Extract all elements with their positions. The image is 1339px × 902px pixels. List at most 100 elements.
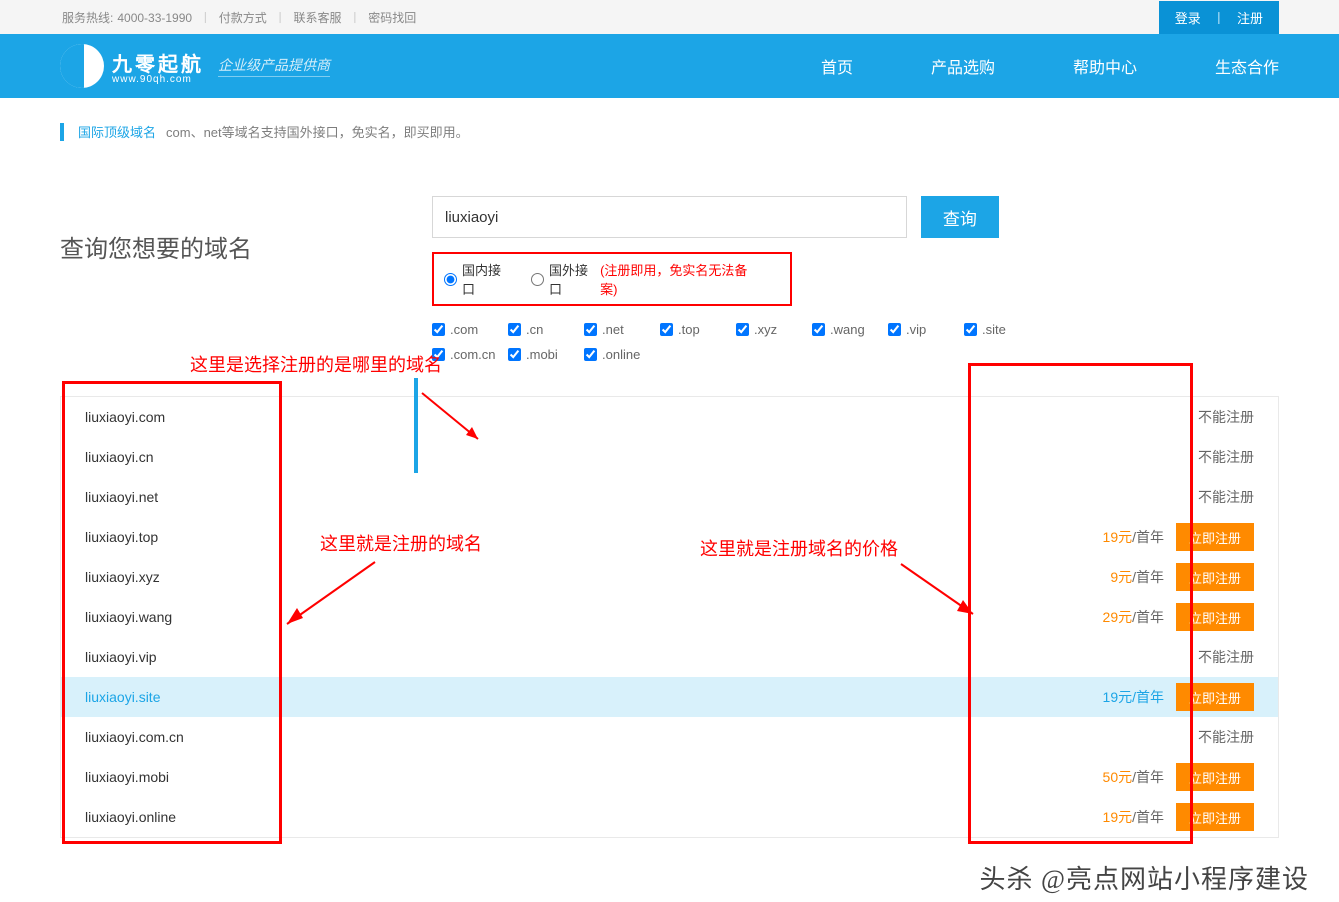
result-row: liuxiaoyi.com.cn 不能注册: [61, 717, 1278, 757]
tld-checkbox-comcn[interactable]: .com.cn: [432, 347, 508, 362]
result-price: 9元/首年: [1110, 567, 1164, 587]
result-row: liuxiaoyi.online 19元/首年立即注册: [61, 797, 1278, 837]
tld-checkbox-input[interactable]: [660, 323, 673, 336]
tld-checkbox-com[interactable]: .com: [432, 322, 508, 337]
result-domain: liuxiaoyi.cn: [85, 449, 153, 465]
result-domain: liuxiaoyi.top: [85, 529, 158, 545]
search-heading: 查询您想要的域名: [60, 229, 252, 264]
result-price: 19元/首年: [1103, 687, 1164, 707]
result-row: liuxiaoyi.xyz 9元/首年立即注册: [61, 557, 1278, 597]
logo-slogan: 企业级产品提供商: [218, 55, 330, 77]
logo-subtitle: www.90qh.com: [112, 74, 204, 85]
result-domain: liuxiaoyi.wang: [85, 609, 172, 625]
notice-bar-icon: [60, 123, 64, 141]
tld-checkbox-input[interactable]: [508, 348, 521, 361]
result-row: liuxiaoyi.site 19元/首年立即注册: [61, 677, 1278, 717]
vertical-accent-bar: [414, 378, 418, 473]
radio-domestic[interactable]: 国内接口: [444, 260, 513, 298]
result-unavailable-label: 不能注册: [1198, 407, 1254, 427]
tld-checkbox-input[interactable]: [508, 323, 521, 336]
interface-selector: 国内接口 国外接口(注册即用，免实名无法备案): [432, 252, 792, 306]
tld-checkbox-input[interactable]: [812, 323, 825, 336]
tld-checkbox-vip[interactable]: .vip: [888, 322, 964, 337]
nav-home[interactable]: 首页: [821, 54, 853, 78]
notice-desc: com、net等域名支持国外接口，免实名，即买即用。: [166, 122, 469, 141]
result-domain: liuxiaoyi.vip: [85, 649, 157, 665]
hotline-number: 4000-33-1990: [117, 11, 192, 25]
tld-checkbox-xyz[interactable]: .xyz: [736, 322, 812, 337]
domain-search-input[interactable]: [432, 196, 907, 238]
logo[interactable]: 九零起航 www.90qh.com 企业级产品提供商: [60, 44, 330, 88]
register-button[interactable]: 立即注册: [1176, 523, 1254, 551]
tld-checkbox-site[interactable]: .site: [964, 322, 1040, 337]
notice-line: 国际顶级域名 com、net等域名支持国外接口，免实名，即买即用。: [60, 122, 1279, 141]
tld-checkbox-top[interactable]: .top: [660, 322, 736, 337]
tld-checkbox-input[interactable]: [888, 323, 901, 336]
notice-title: 国际顶级域名: [78, 122, 156, 141]
register-button[interactable]: 立即注册: [1176, 603, 1254, 631]
result-domain: liuxiaoyi.online: [85, 809, 176, 825]
tld-checkbox-input[interactable]: [736, 323, 749, 336]
main-navbar: 九零起航 www.90qh.com 企业级产品提供商 首页 产品选购 帮助中心 …: [0, 34, 1339, 98]
result-row: liuxiaoyi.top 19元/首年立即注册: [61, 517, 1278, 557]
find-password-link[interactable]: 密码找回: [368, 11, 416, 25]
tld-checkbox-cn[interactable]: .cn: [508, 322, 584, 337]
result-domain: liuxiaoyi.net: [85, 489, 158, 505]
result-domain: liuxiaoyi.com.cn: [85, 729, 184, 745]
watermark-text: 头杀 @亮点网站小程序建设: [980, 859, 1309, 896]
result-row: liuxiaoyi.vip 不能注册: [61, 637, 1278, 677]
tld-checkbox-input[interactable]: [584, 348, 597, 361]
auth-box: 登录 丨 注册: [1159, 1, 1279, 34]
result-row: liuxiaoyi.net 不能注册: [61, 477, 1278, 517]
tld-checkbox-wang[interactable]: .wang: [812, 322, 888, 337]
annotation-domains: 这里就是注册的域名: [320, 530, 482, 556]
nav-eco[interactable]: 生态合作: [1215, 54, 1279, 78]
nav-links: 首页 产品选购 帮助中心 生态合作: [743, 54, 1279, 78]
tld-checkbox-online[interactable]: .online: [584, 347, 660, 362]
result-unavailable-label: 不能注册: [1198, 727, 1254, 747]
result-unavailable-label: 不能注册: [1198, 487, 1254, 507]
register-button[interactable]: 立即注册: [1176, 683, 1254, 711]
domain-results-list: liuxiaoyi.com不能注册liuxiaoyi.cn不能注册liuxiao…: [60, 396, 1279, 838]
register-link[interactable]: 注册: [1237, 11, 1263, 26]
tld-checkbox-input[interactable]: [964, 323, 977, 336]
register-button[interactable]: 立即注册: [1176, 563, 1254, 591]
logo-icon: [60, 44, 104, 88]
annotation-interface: 这里是选择注册的是哪里的域名: [190, 351, 442, 377]
topbar-left: 服务热线:4000-33-1990 丨 付款方式 丨 联系客服 丨 密码找回: [60, 9, 418, 26]
result-unavailable-label: 不能注册: [1198, 647, 1254, 667]
result-domain: liuxiaoyi.site: [85, 689, 160, 705]
login-link[interactable]: 登录: [1175, 11, 1201, 26]
result-row: liuxiaoyi.com 不能注册: [61, 397, 1278, 437]
annotation-prices: 这里就是注册域名的价格: [700, 535, 898, 561]
radio-overseas-input[interactable]: [531, 273, 544, 286]
register-button[interactable]: 立即注册: [1176, 763, 1254, 791]
result-domain: liuxiaoyi.mobi: [85, 769, 169, 785]
result-domain: liuxiaoyi.xyz: [85, 569, 160, 585]
payment-link[interactable]: 付款方式: [219, 11, 267, 25]
nav-help[interactable]: 帮助中心: [1073, 54, 1137, 78]
result-row: liuxiaoyi.wang 29元/首年立即注册: [61, 597, 1278, 637]
register-button[interactable]: 立即注册: [1176, 803, 1254, 831]
tld-checkbox-net[interactable]: .net: [584, 322, 660, 337]
tld-checkbox-mobi[interactable]: .mobi: [508, 347, 584, 362]
result-price: 29元/首年: [1103, 607, 1164, 627]
result-price: 19元/首年: [1103, 527, 1164, 547]
radio-overseas[interactable]: 国外接口(注册即用，免实名无法备案): [531, 260, 762, 298]
search-button[interactable]: 查询: [921, 196, 999, 238]
result-row: liuxiaoyi.cn 不能注册: [61, 437, 1278, 477]
contact-link[interactable]: 联系客服: [294, 11, 342, 25]
top-utility-bar: 服务热线:4000-33-1990 丨 付款方式 丨 联系客服 丨 密码找回 登…: [0, 0, 1339, 34]
tld-checkbox-input[interactable]: [584, 323, 597, 336]
nav-product[interactable]: 产品选购: [931, 54, 995, 78]
result-price: 50元/首年: [1103, 767, 1164, 787]
tld-checkbox-input[interactable]: [432, 323, 445, 336]
result-domain: liuxiaoyi.com: [85, 409, 165, 425]
logo-title: 九零起航: [112, 54, 204, 76]
result-unavailable-label: 不能注册: [1198, 447, 1254, 467]
tld-checkbox-block: .com.cn.net.top.xyz.wang.vip.site .com.c…: [432, 322, 1279, 362]
result-price: 19元/首年: [1103, 807, 1164, 827]
result-row: liuxiaoyi.mobi 50元/首年立即注册: [61, 757, 1278, 797]
radio-domestic-input[interactable]: [444, 273, 457, 286]
hotline-label: 服务热线:: [62, 11, 113, 25]
